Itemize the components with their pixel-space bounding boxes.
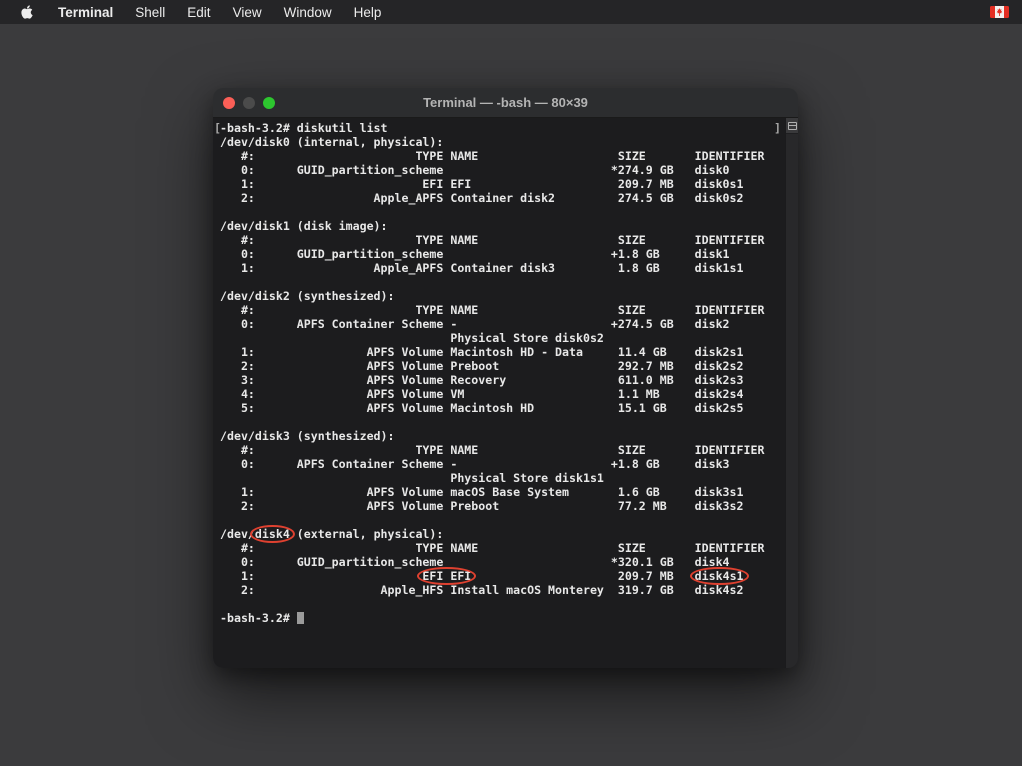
menu-item-edit[interactable]: Edit: [176, 5, 221, 20]
window-title: Terminal — -bash — 80×39: [213, 95, 798, 110]
terminal-line: 0: GUID_partition_scheme +1.8 GB disk1: [220, 247, 785, 261]
terminal-line: 0: GUID_partition_scheme *320.1 GB disk4: [220, 555, 785, 569]
terminal-output: -bash-3.2# diskutil list[]/dev/disk0 (in…: [213, 118, 785, 625]
annotation-circle-disk4: disk4: [255, 527, 290, 541]
terminal-line: 0: APFS Container Scheme - +274.5 GB dis…: [220, 317, 785, 331]
terminal-line: 1: APFS Volume Macintosh HD - Data 11.4 …: [220, 345, 785, 359]
terminal-line: 2: APFS Volume Preboot 77.2 MB disk3s2: [220, 499, 785, 513]
flag-red-band-right: [1004, 6, 1009, 18]
terminal-line: 5: APFS Volume Macintosh HD 15.1 GB disk…: [220, 401, 785, 415]
terminal-line: 2: APFS Volume Preboot 292.7 MB disk2s2: [220, 359, 785, 373]
window-title-bar[interactable]: Terminal — -bash — 80×39: [213, 88, 798, 118]
terminal-line: /dev/disk4 (external, physical):: [220, 527, 785, 541]
terminal-line: /dev/disk3 (synthesized):: [220, 429, 785, 443]
terminal-line: 2: Apple_HFS Install macOS Monterey 319.…: [220, 583, 785, 597]
terminal-content[interactable]: -bash-3.2# diskutil list[]/dev/disk0 (in…: [213, 118, 798, 668]
split-pane-button[interactable]: [786, 118, 798, 134]
terminal-line: /dev/disk0 (internal, physical):: [220, 135, 785, 149]
terminal-line: -bash-3.2# diskutil list[]: [220, 121, 785, 135]
terminal-line: 0: GUID_partition_scheme *274.9 GB disk0: [220, 163, 785, 177]
menu-item-shell[interactable]: Shell: [124, 5, 176, 20]
terminal-line: #: TYPE NAME SIZE IDENTIFIER: [220, 233, 785, 247]
terminal-line: 1: APFS Volume macOS Base System 1.6 GB …: [220, 485, 785, 499]
apple-icon: [20, 4, 34, 20]
menu-item-help[interactable]: Help: [343, 5, 393, 20]
menu-bar: TerminalShellEditViewWindowHelp: [0, 0, 1022, 24]
terminal-line: #: TYPE NAME SIZE IDENTIFIER: [220, 443, 785, 457]
apple-menu[interactable]: [20, 4, 35, 20]
terminal-line: [220, 513, 785, 527]
menu-item-window[interactable]: Window: [273, 5, 343, 20]
terminal-line: 1: EFI EFI 209.7 MB disk0s1: [220, 177, 785, 191]
terminal-line: 0: APFS Container Scheme - +1.8 GB disk3: [220, 457, 785, 471]
scrollbar[interactable]: [785, 118, 798, 668]
annotation-circle-disk4s1: disk4s1: [695, 569, 744, 583]
terminal-line: [220, 415, 785, 429]
terminal-line: 2: Apple_APFS Container disk2 274.5 GB d…: [220, 191, 785, 205]
command-mark-open: [: [214, 121, 221, 135]
terminal-line: 3: APFS Volume Recovery 611.0 MB disk2s3: [220, 373, 785, 387]
terminal-line: 1: EFI EFI 209.7 MB disk4s1: [220, 569, 785, 583]
terminal-line: [220, 205, 785, 219]
terminal-line: 1: Apple_APFS Container disk3 1.8 GB dis…: [220, 261, 785, 275]
terminal-line: #: TYPE NAME SIZE IDENTIFIER: [220, 149, 785, 163]
terminal-window: Terminal — -bash — 80×39 -bash-3.2# disk…: [213, 88, 798, 668]
input-source-canada-flag[interactable]: [990, 6, 1009, 18]
terminal-line: -bash-3.2#: [220, 611, 785, 625]
terminal-line: Physical Store disk0s2: [220, 331, 785, 345]
terminal-cursor: [297, 612, 304, 624]
terminal-line: /dev/disk2 (synthesized):: [220, 289, 785, 303]
terminal-line: [220, 275, 785, 289]
terminal-line: Physical Store disk1s1: [220, 471, 785, 485]
menu-item-terminal[interactable]: Terminal: [47, 5, 124, 20]
terminal-line: /dev/disk1 (disk image):: [220, 219, 785, 233]
terminal-line: [220, 597, 785, 611]
menu-item-view[interactable]: View: [222, 5, 273, 20]
maple-leaf-icon: [996, 8, 1003, 16]
annotation-circle-efi-efi: EFI EFI: [422, 569, 471, 583]
terminal-line: 4: APFS Volume VM 1.1 MB disk2s4: [220, 387, 785, 401]
terminal-line: #: TYPE NAME SIZE IDENTIFIER: [220, 541, 785, 555]
terminal-line: #: TYPE NAME SIZE IDENTIFIER: [220, 303, 785, 317]
command-mark-close: ]: [774, 121, 781, 135]
split-pane-icon: [788, 122, 797, 130]
desktop: TerminalShellEditViewWindowHelp Terminal…: [0, 0, 1022, 766]
flag-white-band: [995, 6, 1004, 18]
